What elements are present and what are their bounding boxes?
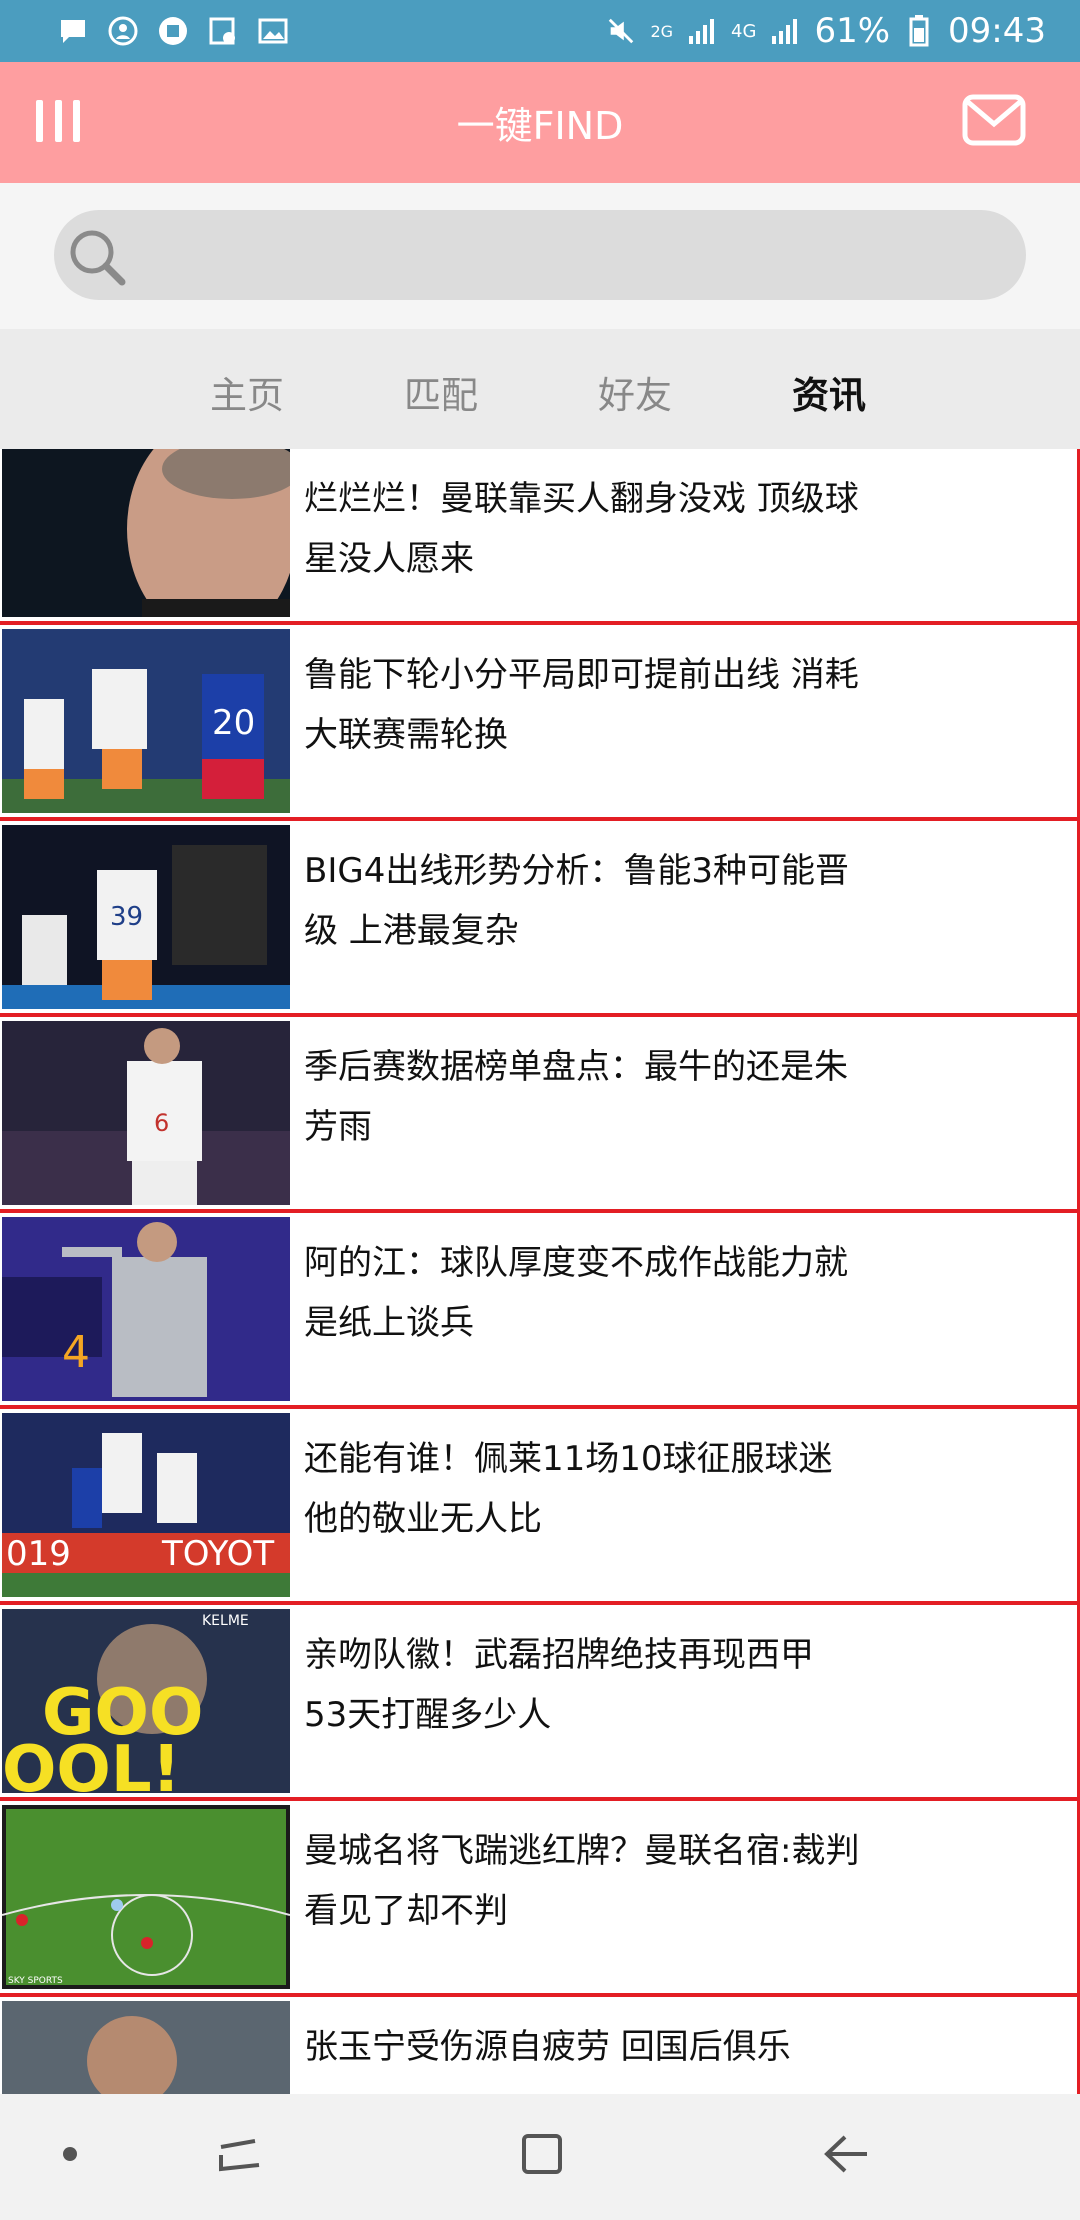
news-title: 曼城名将飞踹逃红牌？曼联名宿:裁判看见了却不判 (304, 1831, 860, 1931)
tab-friends[interactable]: 好友 (598, 365, 672, 419)
home-icon[interactable] (512, 2124, 572, 2184)
news-thumbnail (2, 449, 290, 617)
battery-percent: 61% (814, 11, 891, 51)
news-title: 亲吻队徽！武磊招牌绝技再现西甲 53天打醒多少人 (304, 1635, 814, 1735)
thumb-jersey-number: 6 (154, 1109, 169, 1137)
menu-icon-bar (73, 100, 80, 142)
calendar-icon (208, 16, 238, 46)
zhihu-icon (158, 16, 188, 46)
search-icon (70, 230, 126, 286)
news-thumbnail: 20 (2, 629, 290, 813)
network-4g: 4G (731, 20, 757, 42)
app-bar: 一键FIND (0, 62, 1080, 183)
news-item[interactable]: KELME GOO OOL! 亲吻队徽！武磊招牌绝技再现西甲 53天打醒多少人 (0, 1605, 1080, 1801)
news-thumbnail: 4 (2, 1217, 290, 1401)
news-thumbnail: KELME GOO OOL! (2, 1609, 290, 1793)
search-area (0, 183, 1080, 329)
news-item[interactable]: 4 阿的江：球队厚度变不成作战能力就是纸上谈兵 (0, 1213, 1080, 1409)
clock: 09:43 (948, 11, 1046, 51)
news-title: 张玉宁受伤源自疲劳 回国后俱乐 (304, 2027, 791, 2067)
message-icon (58, 16, 88, 46)
mute-icon (606, 16, 636, 46)
menu-icon (36, 100, 43, 142)
tab-news[interactable]: 资讯 (792, 365, 866, 419)
news-thumbnail: 39 (2, 825, 290, 1009)
news-title: 季后赛数据榜单盘点：最牛的还是朱芳雨 (304, 1047, 848, 1147)
network-2g: 2G (650, 21, 674, 41)
status-bar: 2G 4G 61% 09:43 (0, 0, 1080, 62)
thumb-broadcaster: SKY SPORTS (8, 1976, 63, 1986)
account-icon (108, 16, 138, 46)
news-title: 鲁能下轮小分平局即可提前出线 消耗大联赛需轮换 (304, 655, 859, 755)
tab-match[interactable]: 匹配 (404, 365, 478, 419)
back-icon[interactable] (816, 2124, 876, 2184)
status-system-icons: 2G 4G 61% 09:43 (606, 11, 1046, 51)
gallery-icon (258, 16, 288, 46)
tab-bar: 主页 匹配 好友 资讯 (0, 329, 1080, 449)
thumb-brand: KELME (202, 1613, 249, 1629)
thumb-goal2: OOL! (2, 1733, 181, 1793)
news-title: 还能有谁！佩莱11场10球征服球迷 他的敬业无人比 (304, 1439, 833, 1539)
tab-home[interactable]: 主页 (210, 365, 284, 419)
status-notification-icons (58, 16, 288, 46)
news-thumbnail: 019 TOYOT (2, 1413, 290, 1597)
news-item[interactable]: 6 季后赛数据榜单盘点：最牛的还是朱芳雨 (0, 1017, 1080, 1213)
news-thumbnail (2, 2001, 290, 2094)
news-title: 阿的江：球队厚度变不成作战能力就是纸上谈兵 (304, 1243, 848, 1343)
news-item[interactable]: 烂烂烂！曼联靠买人翻身没戏 顶级球星没人愿来 (0, 449, 1080, 625)
thumb-score: 4 (62, 1327, 90, 1378)
thumb-year: 019 (6, 1534, 71, 1574)
news-item[interactable]: 019 TOYOT 还能有谁！佩莱11场10球征服球迷 他的敬业无人比 (0, 1409, 1080, 1605)
news-thumbnail: SKY SPORTS (2, 1805, 290, 1989)
signal-icon (687, 16, 717, 46)
news-thumbnail: 6 (2, 1021, 290, 1205)
dot-icon[interactable] (40, 2124, 100, 2184)
mail-icon (962, 94, 1026, 146)
thumb-sponsor: TOYOT (161, 1534, 274, 1574)
menu-icon-bar (54, 100, 62, 142)
search-bar[interactable] (54, 210, 1026, 302)
news-title: 烂烂烂！曼联靠买人翻身没戏 顶级球星没人愿来 (304, 479, 859, 579)
search-input[interactable] (144, 210, 1008, 302)
news-item[interactable]: 20 鲁能下轮小分平局即可提前出线 消耗大联赛需轮换 (0, 625, 1080, 821)
app-title: 一键FIND (456, 104, 624, 148)
news-item[interactable]: 39 BIG4出线形势分析：鲁能3种可能晋级 上港最复杂 (0, 821, 1080, 1017)
thumb-jersey-number: 20 (212, 703, 255, 743)
recent-apps-icon[interactable] (210, 2124, 270, 2184)
battery-icon (904, 15, 934, 47)
news-item[interactable]: SKY SPORTS 曼城名将飞踹逃红牌？曼联名宿:裁判看见了却不判 (0, 1801, 1080, 1997)
thumb-jersey-number: 39 (110, 902, 143, 932)
news-list: 烂烂烂！曼联靠买人翻身没戏 顶级球星没人愿来 20 鲁能下轮小分平局即可提前出线… (0, 449, 1080, 2094)
news-title: BIG4出线形势分析：鲁能3种可能晋级 上港最复杂 (304, 851, 849, 951)
news-item[interactable]: 张玉宁受伤源自疲劳 回国后俱乐 (0, 1997, 1080, 2094)
system-nav-bar (0, 2094, 1080, 2220)
signal-icon (770, 16, 800, 46)
menu-button[interactable] (36, 100, 80, 144)
mail-button[interactable] (962, 94, 1026, 146)
